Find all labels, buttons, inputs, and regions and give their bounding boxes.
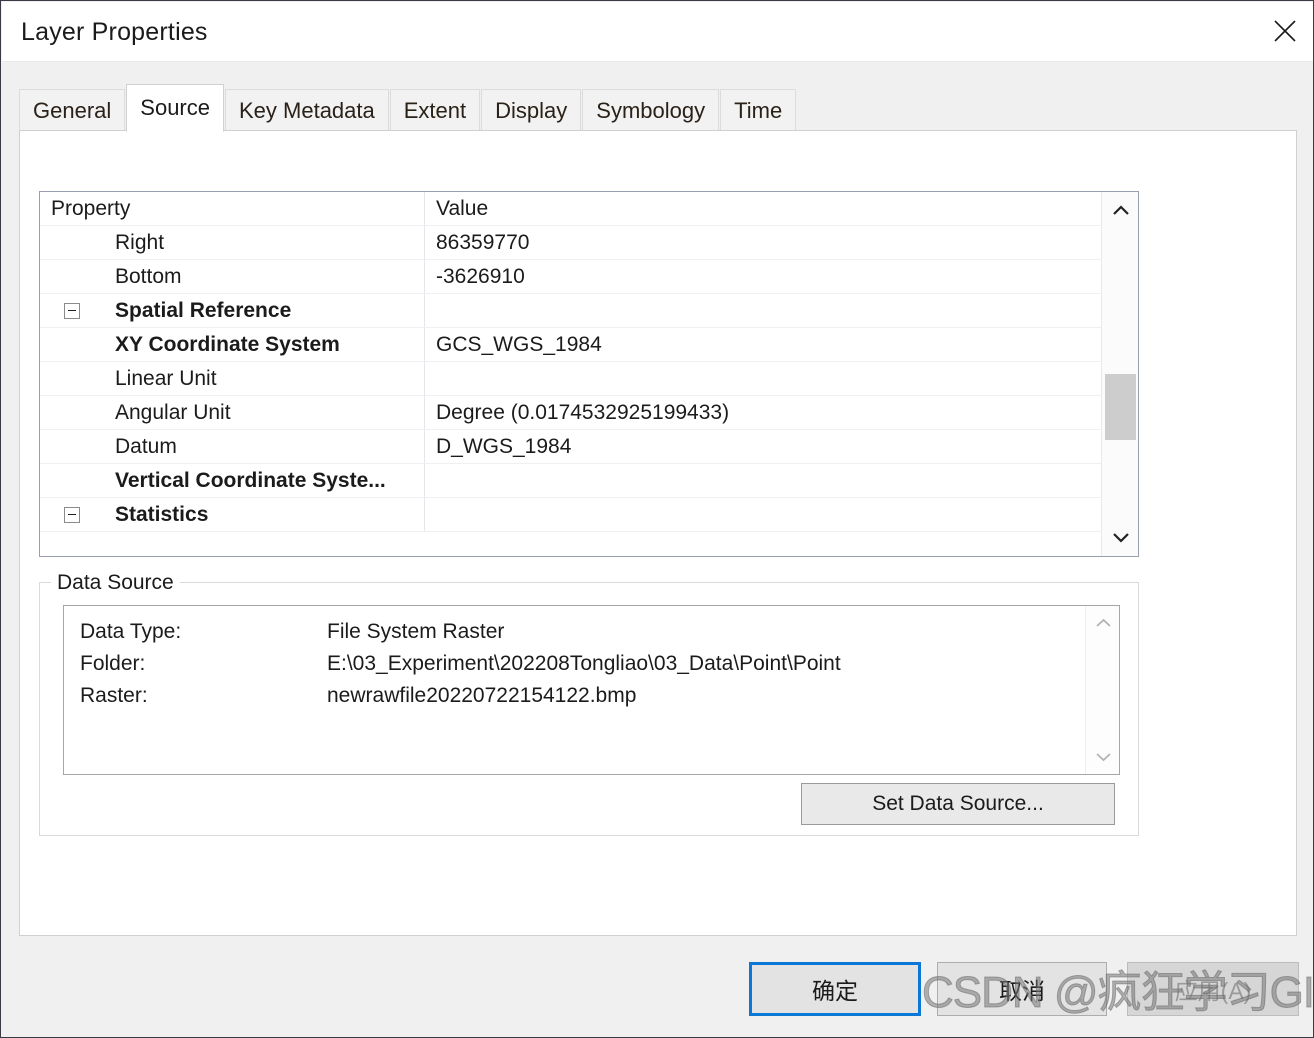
table-row[interactable]: Spatial Reference (40, 294, 1102, 328)
property-name-cell: XY Coordinate System (40, 328, 425, 361)
property-label: XY Coordinate System (115, 332, 340, 356)
data-source-key: Folder: (80, 652, 146, 675)
table-row[interactable]: Bottom -3626910 (40, 260, 1102, 294)
chevron-up-icon (1095, 618, 1111, 627)
tab-key-metadata[interactable]: Key Metadata (225, 89, 389, 131)
close-icon-glyph (1274, 20, 1296, 42)
ok-button[interactable]: 确定 (749, 962, 921, 1016)
data-source-scroll-down-button (1086, 740, 1119, 774)
data-source-value: newrawfile20220722154122.bmp (327, 684, 637, 707)
table-row[interactable]: Angular Unit Degree (0.0174532925199433) (40, 396, 1102, 430)
table-row[interactable]: Linear Unit (40, 362, 1102, 396)
data-source-value: File System Raster (327, 620, 505, 643)
property-value-cell (425, 498, 1102, 531)
property-value-cell: Degree (0.0174532925199433) (436, 400, 730, 424)
property-label: Bottom (115, 264, 182, 288)
tab-strip: General Source Key Metadata Extent Displ… (19, 84, 797, 132)
apply-button: 应用(A) (1127, 962, 1299, 1016)
tab-panel-source: Property Value Right 86359770 Bottom -36… (19, 130, 1297, 936)
collapse-expander-icon[interactable] (64, 506, 80, 523)
chevron-up-icon (1112, 205, 1129, 215)
property-name-cell: Angular Unit (40, 396, 425, 429)
set-data-source-button[interactable]: Set Data Source... (801, 783, 1115, 825)
property-table: Property Value Right 86359770 Bottom -36… (39, 191, 1139, 557)
table-row[interactable]: XY Coordinate System GCS_WGS_1984 (40, 328, 1102, 362)
property-name-cell: Spatial Reference (40, 294, 425, 327)
title-bar: Layer Properties (2, 2, 1313, 62)
tab-general[interactable]: General (19, 89, 126, 131)
property-name-cell: Linear Unit (40, 362, 425, 395)
property-value-cell (425, 294, 1102, 327)
data-source-value: E:\03_Experiment\202208Tongliao\03_Data\… (327, 652, 841, 675)
tab-extent[interactable]: Extent (389, 89, 481, 131)
property-name-cell: Bottom (40, 260, 425, 293)
data-source-scroll-up-button (1086, 606, 1119, 640)
property-value-cell (425, 362, 1102, 395)
property-label: Datum (115, 434, 177, 458)
data-source-key: Data Type: (80, 620, 182, 643)
tab-symbology[interactable]: Symbology (582, 89, 720, 131)
close-icon[interactable] (1256, 2, 1313, 60)
property-table-scrollbar[interactable] (1101, 192, 1138, 556)
property-value-cell: GCS_WGS_1984 (436, 332, 602, 356)
table-header-row: Property Value (40, 192, 1102, 226)
table-row[interactable]: Datum D_WGS_1984 (40, 430, 1102, 464)
property-name-cell: Datum (40, 430, 425, 463)
property-value-cell: -3626910 (436, 264, 525, 288)
property-value-cell (425, 464, 1102, 497)
data-source-legend: Data Source (51, 571, 180, 595)
column-header-property: Property (51, 196, 131, 220)
column-header-value: Value (436, 196, 489, 220)
tab-time[interactable]: Time (720, 89, 797, 131)
table-row[interactable]: Vertical Coordinate Syste... (40, 464, 1102, 498)
cancel-button[interactable]: 取消 (937, 962, 1107, 1016)
property-value-cell: 86359770 (436, 230, 530, 254)
table-row[interactable]: Right 86359770 (40, 226, 1102, 260)
property-name-cell: Vertical Coordinate Syste... (40, 464, 425, 497)
tab-source[interactable]: Source (126, 84, 224, 132)
data-source-key: Raster: (80, 684, 148, 707)
collapse-expander-icon[interactable] (64, 302, 80, 319)
chevron-down-icon (1095, 753, 1111, 762)
data-source-scrollbar (1085, 606, 1119, 774)
property-label: Angular Unit (115, 400, 231, 424)
data-source-textbox[interactable]: Data Type: File System Raster Folder: E:… (63, 605, 1120, 775)
property-value-cell: D_WGS_1984 (436, 434, 572, 458)
property-label: Linear Unit (115, 366, 217, 390)
table-row[interactable]: Statistics (40, 498, 1102, 532)
property-label: Right (115, 230, 165, 254)
tab-display[interactable]: Display (481, 89, 582, 131)
property-name-cell: Statistics (40, 498, 425, 531)
property-label: Vertical Coordinate Syste... (115, 468, 386, 492)
page-title: Layer Properties (21, 18, 208, 46)
property-name-cell: Right (40, 226, 425, 259)
chevron-down-icon (1112, 533, 1129, 543)
scrollbar-thumb[interactable] (1105, 374, 1136, 440)
layer-properties-dialog: Layer Properties Property Value Right 86… (0, 0, 1314, 1038)
table-header-cell-property: Property (40, 192, 425, 225)
property-table-body: Property Value Right 86359770 Bottom -36… (40, 192, 1102, 556)
scroll-down-button[interactable] (1102, 519, 1138, 556)
scroll-up-button[interactable] (1102, 192, 1138, 229)
